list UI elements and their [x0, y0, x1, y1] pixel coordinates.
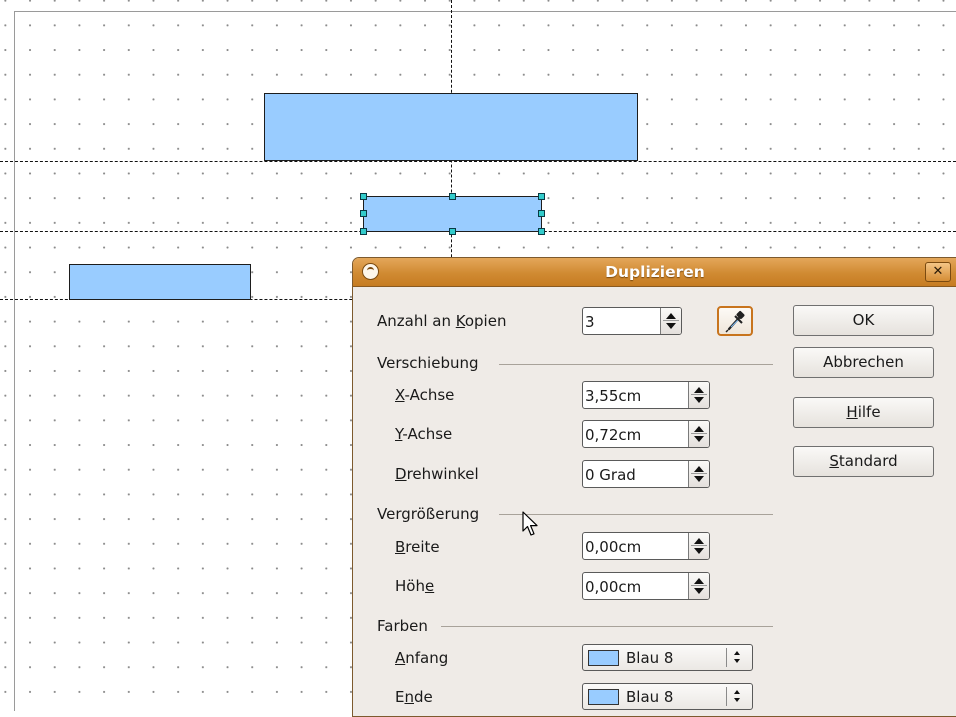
spin-buttons[interactable]	[688, 533, 709, 559]
width-input[interactable]: 0,00cm	[582, 532, 710, 560]
pipette-icon	[725, 311, 745, 333]
start-color-select[interactable]: Blau 8	[582, 644, 753, 671]
resize-handle[interactable]	[449, 228, 456, 235]
page-border	[14, 11, 15, 711]
group-separator	[499, 364, 773, 365]
spin-buttons[interactable]	[688, 382, 709, 408]
y-axis-input[interactable]: 0,72cm	[582, 420, 710, 448]
x-axis-value: 3,55cm	[585, 387, 642, 405]
spin-buttons[interactable]	[660, 308, 681, 334]
dialog-title: Duplizieren	[605, 263, 705, 281]
resize-handle[interactable]	[538, 193, 545, 200]
mouse-pointer-icon	[522, 511, 538, 536]
group-separator	[441, 626, 773, 627]
end-color-select[interactable]: Blau 8	[582, 683, 753, 710]
close-button[interactable]: ✕	[925, 262, 951, 282]
copies-label: Anzahl an Kopien	[377, 312, 507, 330]
ok-button[interactable]: OK	[793, 305, 934, 336]
color-swatch	[588, 689, 619, 705]
end-color-value: Blau 8	[626, 688, 674, 706]
pipette-button[interactable]	[717, 306, 753, 336]
angle-label: Drehwinkel	[395, 465, 479, 483]
spin-buttons[interactable]	[688, 573, 709, 599]
start-color-label: Anfang	[395, 649, 449, 667]
duplicate-dialog: Duplizieren ✕ Anzahl an Kopien 3 Verschi…	[352, 257, 956, 717]
close-icon: ✕	[932, 264, 944, 279]
angle-input[interactable]: 0 Grad	[582, 460, 710, 488]
height-value: 0,00cm	[585, 578, 642, 596]
resize-handle[interactable]	[538, 210, 545, 217]
resize-handle[interactable]	[360, 228, 367, 235]
y-axis-label: Y-Achse	[395, 425, 453, 443]
width-label: Breite	[395, 538, 440, 556]
cancel-button[interactable]: Abbrechen	[793, 347, 934, 378]
default-button[interactable]: Standard	[793, 446, 934, 477]
y-axis-value: 0,72cm	[585, 426, 642, 444]
x-axis-input[interactable]: 3,55cm	[582, 381, 710, 409]
color-swatch	[588, 650, 619, 666]
rectangle-shape[interactable]	[264, 93, 638, 161]
colors-group-label: Farben	[377, 617, 428, 635]
height-label: Höhe	[395, 577, 435, 595]
selected-rectangle-shape[interactable]	[363, 196, 542, 232]
height-input[interactable]: 0,00cm	[582, 572, 710, 600]
help-button[interactable]: Hilfe	[793, 397, 934, 428]
width-value: 0,00cm	[585, 538, 642, 556]
x-axis-label: X-Achse	[395, 386, 455, 404]
resize-handle[interactable]	[449, 193, 456, 200]
enlargement-group-label: Vergrößerung	[377, 505, 480, 523]
copies-value: 3	[585, 313, 595, 331]
spin-buttons[interactable]	[688, 421, 709, 447]
placement-group-label: Verschiebung	[377, 354, 479, 372]
resize-handle[interactable]	[538, 228, 545, 235]
angle-value: 0 Grad	[585, 466, 636, 484]
rectangle-shape[interactable]	[69, 264, 251, 300]
dialog-titlebar[interactable]: Duplizieren ✕	[353, 258, 956, 287]
spin-buttons[interactable]	[688, 461, 709, 487]
page-border	[14, 11, 956, 12]
resize-handle[interactable]	[360, 193, 367, 200]
start-color-value: Blau 8	[626, 649, 674, 667]
copies-stepper[interactable]: 3	[582, 307, 682, 335]
snap-guide-horizontal	[0, 161, 956, 162]
end-color-label: Ende	[395, 688, 433, 706]
resize-handle[interactable]	[360, 210, 367, 217]
